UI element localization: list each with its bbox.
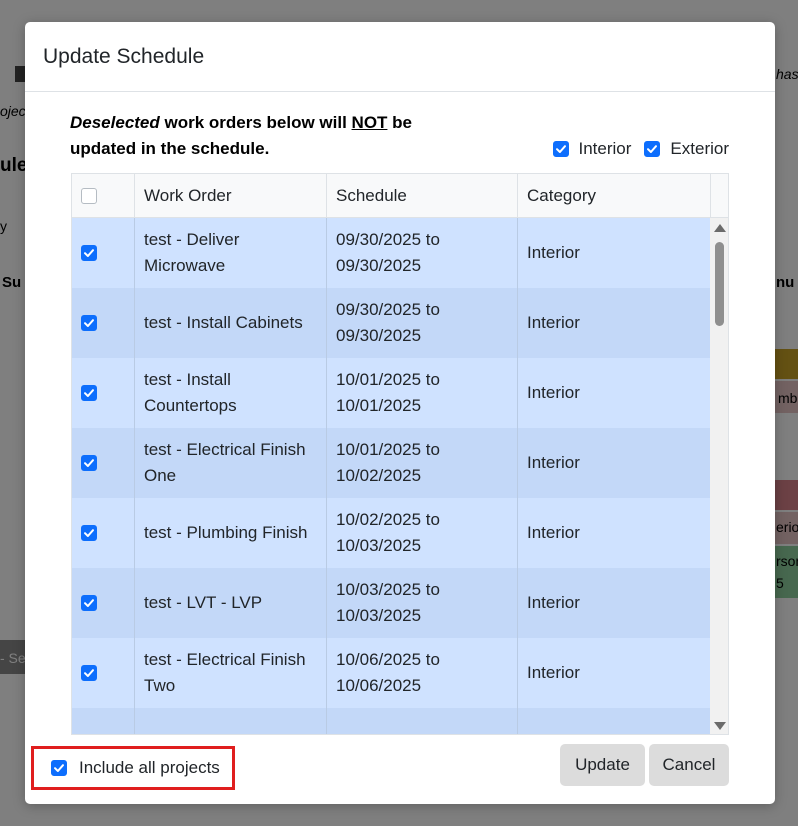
- work-order-cell: test - Plumbing Finish: [135, 498, 327, 568]
- table-row[interactable]: test - Deliver Microwave 09/30/2025 to 0…: [72, 218, 710, 288]
- include-all-projects-label: Include all projects: [79, 758, 220, 777]
- row-select-cell: [72, 358, 135, 428]
- table-row[interactable]: test - Install Countertops 10/01/2025 to…: [72, 358, 710, 428]
- update-schedule-modal: Update Schedule Deselected work orders b…: [25, 22, 775, 804]
- category-cell: Interior: [527, 663, 580, 682]
- row-checkbox[interactable]: [81, 455, 97, 471]
- schedule-cell: 10/02/2025 to 10/03/2025: [327, 498, 518, 568]
- scrollbar-thumb[interactable]: [715, 242, 724, 326]
- column-header-schedule[interactable]: Schedule: [327, 174, 518, 218]
- instruction-middle: work orders below will: [159, 113, 352, 132]
- row-checkbox[interactable]: [81, 315, 97, 331]
- column-header-category[interactable]: Category: [518, 174, 710, 218]
- table-row[interactable]: test - Install Cabinets 09/30/2025 to 09…: [72, 288, 710, 358]
- work-order-cell: test - Install Cabinets: [135, 288, 327, 358]
- filter-interior[interactable]: Interior: [552, 139, 632, 159]
- row-select-cell: [72, 638, 135, 708]
- include-all-projects-checkbox[interactable]: [51, 760, 67, 776]
- instruction-deselected: Deselected: [70, 113, 160, 132]
- column-header-work-order[interactable]: Work Order: [135, 174, 327, 218]
- category-cell: Interior: [527, 243, 580, 262]
- row-select-cell: [72, 568, 135, 638]
- interior-checkbox[interactable]: [552, 141, 569, 157]
- category-cell: Interior: [527, 593, 580, 612]
- row-select-cell: [72, 288, 135, 358]
- work-order-cell: test - Deliver Microwave: [135, 218, 327, 288]
- table-header: Work Order Schedule Category: [72, 174, 710, 218]
- schedule-cell: 10/01/2025 to 10/02/2025: [327, 428, 518, 498]
- include-all-projects[interactable]: Include all projects: [31, 746, 235, 790]
- work-order-cell: test - Electrical Finish Two: [135, 638, 327, 708]
- row-checkbox[interactable]: [81, 385, 97, 401]
- select-all-checkbox[interactable]: [81, 188, 97, 204]
- schedule-cell: 09/30/2025 to 09/30/2025: [327, 218, 518, 288]
- scroll-up-arrow-icon[interactable]: [714, 224, 726, 232]
- category-cell: [518, 708, 710, 734]
- category-filters: Interior Exterior: [552, 139, 729, 159]
- cancel-button[interactable]: Cancel: [649, 744, 729, 786]
- table-row[interactable]: test - LVT - LVP 10/03/2025 to 10/03/202…: [72, 568, 710, 638]
- filter-exterior[interactable]: Exterior: [644, 139, 729, 159]
- row-checkbox[interactable]: [81, 525, 97, 541]
- header-select-cell: [72, 174, 135, 218]
- schedule-cell: 09/30/2025 to 09/30/2025: [327, 288, 518, 358]
- table-row[interactable]: test - Plumbing Finish 10/02/2025 to 10/…: [72, 498, 710, 568]
- row-checkbox[interactable]: [81, 245, 97, 261]
- table-scrollbar[interactable]: [710, 218, 728, 734]
- schedule-cell: 10/03/2025 to 10/03/2025: [327, 568, 518, 638]
- header-scrollbar-gap: [710, 174, 728, 218]
- category-cell: Interior: [527, 523, 580, 542]
- row-checkbox[interactable]: [81, 665, 97, 681]
- work-order-cell: test - Drywall Touch: [135, 708, 327, 734]
- work-order-cell: test - Electrical Finish One: [135, 428, 327, 498]
- instruction-not: NOT: [351, 113, 388, 132]
- work-orders-table[interactable]: Work Order Schedule Category test - Deli…: [71, 173, 729, 735]
- update-button[interactable]: Update: [560, 744, 645, 786]
- schedule-cell: 10/06/2025 to 10/06/2025: [327, 638, 518, 708]
- table-body: test - Deliver Microwave 09/30/2025 to 0…: [72, 218, 710, 734]
- schedule-cell: 10/01/2025 to 10/01/2025: [327, 358, 518, 428]
- exterior-checkbox[interactable]: [644, 141, 661, 157]
- filter-exterior-label: Exterior: [670, 139, 729, 158]
- table-row[interactable]: test - Electrical Finish One 10/01/2025 …: [72, 428, 710, 498]
- category-cell: Interior: [527, 453, 580, 472]
- filter-interior-label: Interior: [578, 139, 632, 158]
- category-cell: Interior: [527, 383, 580, 402]
- scroll-down-arrow-icon[interactable]: [714, 722, 726, 730]
- category-cell: Interior: [527, 313, 580, 332]
- table-row[interactable]: test - Electrical Finish Two 10/06/2025 …: [72, 638, 710, 708]
- row-checkbox[interactable]: [81, 595, 97, 611]
- work-order-cell: test - Install Countertops: [135, 358, 327, 428]
- row-select-cell: [72, 708, 135, 734]
- modal-title: Update Schedule: [43, 44, 205, 68]
- modal-header: Update Schedule: [25, 22, 775, 92]
- row-select-cell: [72, 428, 135, 498]
- schedule-cell: 10/07/2025 to: [327, 708, 518, 734]
- instruction-text: Deselected work orders below will NOT be…: [70, 110, 440, 162]
- row-select-cell: [72, 498, 135, 568]
- row-select-cell: [72, 218, 135, 288]
- table-row[interactable]: test - Drywall Touch 10/07/2025 to: [72, 708, 710, 734]
- work-order-cell: test - LVT - LVP: [135, 568, 327, 638]
